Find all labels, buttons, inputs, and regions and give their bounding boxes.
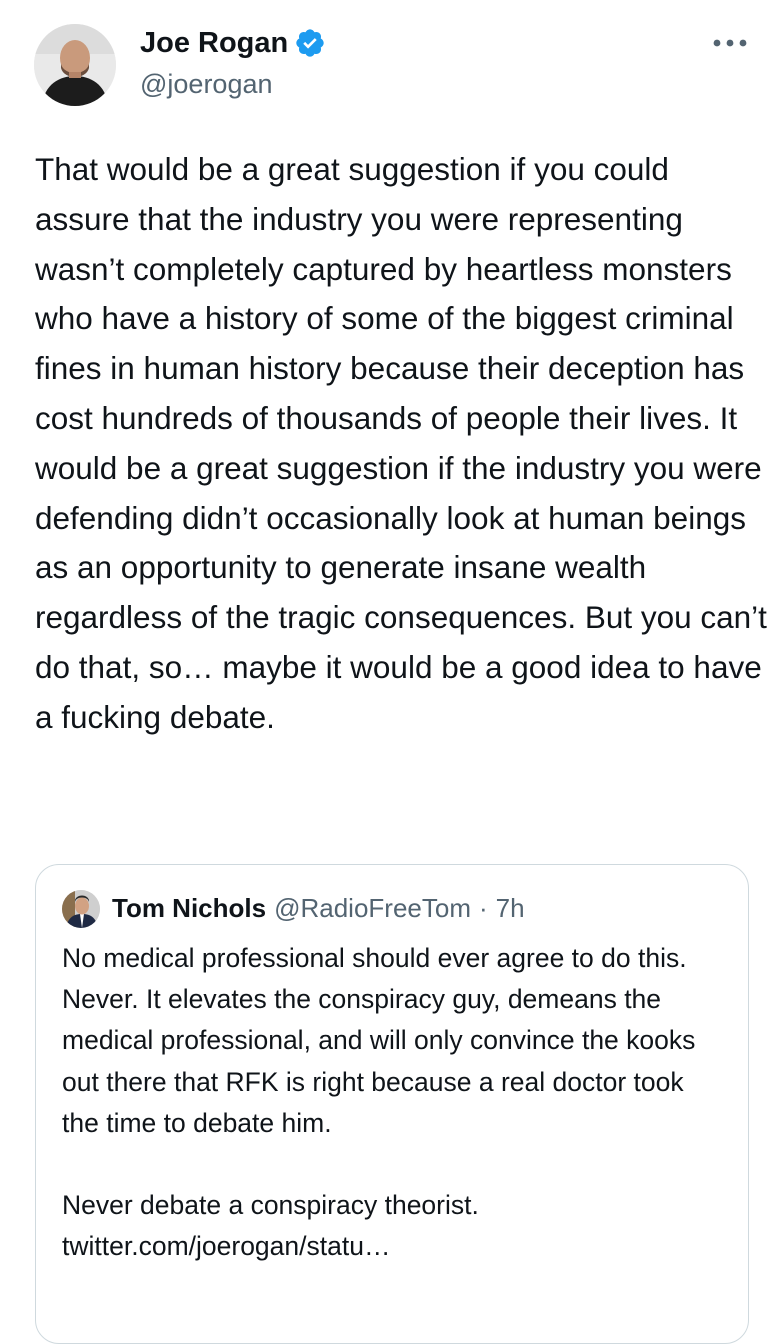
quoted-tweet-header: Tom Nichols @RadioFreeTom · 7h bbox=[112, 891, 525, 925]
quoted-author-handle[interactable]: @RadioFreeTom bbox=[274, 891, 471, 925]
more-horizontal-icon bbox=[713, 39, 747, 47]
tweet-text: That would be a great suggestion if you … bbox=[35, 151, 767, 735]
author-avatar[interactable] bbox=[34, 24, 116, 106]
author-name-row: Joe Rogan bbox=[140, 26, 326, 60]
separator-dot: · bbox=[479, 893, 488, 923]
quoted-tweet-time[interactable]: 7h bbox=[496, 891, 525, 925]
more-options-button[interactable] bbox=[708, 28, 752, 58]
profile-photo-icon bbox=[34, 24, 116, 106]
quoted-author-name[interactable]: Tom Nichols bbox=[112, 891, 266, 925]
verified-badge-icon bbox=[296, 29, 324, 57]
tweet: Joe Rogan @joerogan That would be a grea… bbox=[0, 0, 784, 1344]
quoted-tweet[interactable]: Tom Nichols @RadioFreeTom · 7h No medica… bbox=[35, 864, 749, 1344]
author-handle[interactable]: @joerogan bbox=[140, 68, 273, 100]
quoted-author-avatar[interactable] bbox=[62, 890, 100, 928]
author-display-name[interactable]: Joe Rogan bbox=[140, 26, 288, 60]
profile-photo-icon bbox=[62, 890, 100, 928]
quoted-tweet-text: No medical professional should ever agre… bbox=[62, 943, 696, 1262]
